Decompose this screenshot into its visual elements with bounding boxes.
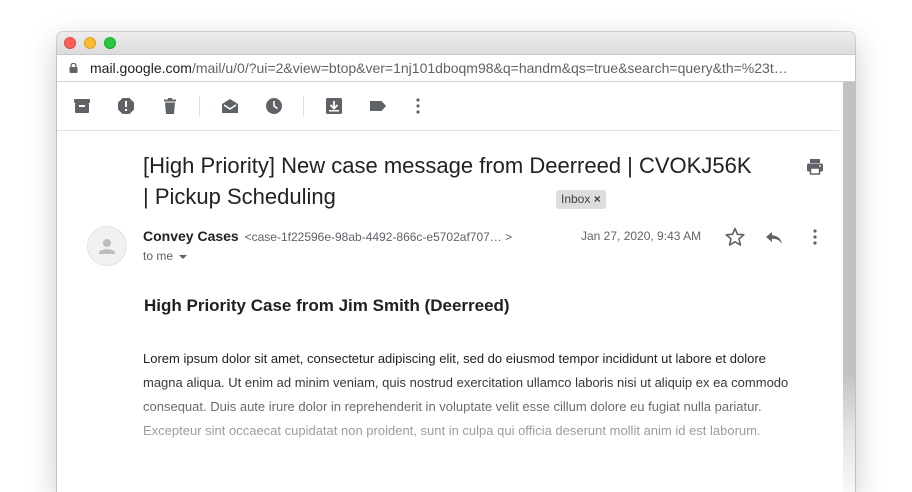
browser-window: mail.google.com/mail/u/0/?ui=2&view=btop… — [57, 32, 855, 492]
archive-icon[interactable] — [72, 96, 92, 116]
toolbar-divider — [199, 96, 200, 116]
label-icon[interactable] — [368, 96, 388, 116]
email-subject: [High Priority] New case message from De… — [143, 153, 752, 209]
body-heading: High Priority Case from Jim Smith (Deerr… — [144, 296, 510, 315]
delete-icon[interactable] — [160, 96, 180, 116]
mail-toolbar — [57, 82, 839, 131]
recipient-text: to me — [143, 249, 174, 263]
window-titlebar — [57, 32, 855, 55]
more-actions-icon[interactable] — [804, 226, 826, 248]
label-text: Inbox — [561, 192, 591, 206]
fade-overlay — [57, 372, 855, 492]
sender-email: <case-1f22596e-98ab-4492-866c-e5702af707… — [244, 230, 513, 244]
minimize-window-button[interactable] — [84, 37, 96, 49]
toolbar-divider — [303, 96, 304, 116]
star-icon[interactable] — [724, 226, 746, 248]
lock-icon — [69, 63, 78, 73]
mark-unread-icon[interactable] — [220, 96, 240, 116]
url-path: /mail/u/0/?ui=2&view=btop&ver=1nj101dboq… — [191, 60, 788, 76]
inbox-label-chip: Inbox × — [556, 190, 606, 209]
close-window-button[interactable] — [64, 37, 76, 49]
print-icon[interactable] — [805, 157, 825, 177]
person-icon — [99, 239, 115, 254]
sender-name[interactable]: Convey Cases — [143, 228, 239, 244]
recipient-details-toggle[interactable]: to me — [143, 249, 188, 263]
zoom-window-button[interactable] — [104, 37, 116, 49]
sender-avatar[interactable] — [87, 226, 127, 266]
dropdown-arrow-icon — [179, 254, 188, 259]
email-date: Jan 27, 2020, 9:43 AM — [581, 229, 702, 243]
snooze-icon[interactable] — [264, 96, 284, 116]
address-bar[interactable]: mail.google.com/mail/u/0/?ui=2&view=btop… — [57, 55, 855, 82]
url-text[interactable]: mail.google.com/mail/u/0/?ui=2&view=btop… — [90, 60, 835, 76]
remove-label-button[interactable]: × — [594, 192, 601, 206]
move-to-icon[interactable] — [324, 96, 344, 116]
report-spam-icon[interactable] — [116, 96, 136, 116]
sender-line: Convey Cases <case-1f22596e-98ab-4492-86… — [143, 228, 512, 244]
reply-icon[interactable] — [763, 226, 785, 248]
url-host: mail.google.com — [90, 60, 192, 76]
more-icon[interactable] — [408, 96, 428, 116]
